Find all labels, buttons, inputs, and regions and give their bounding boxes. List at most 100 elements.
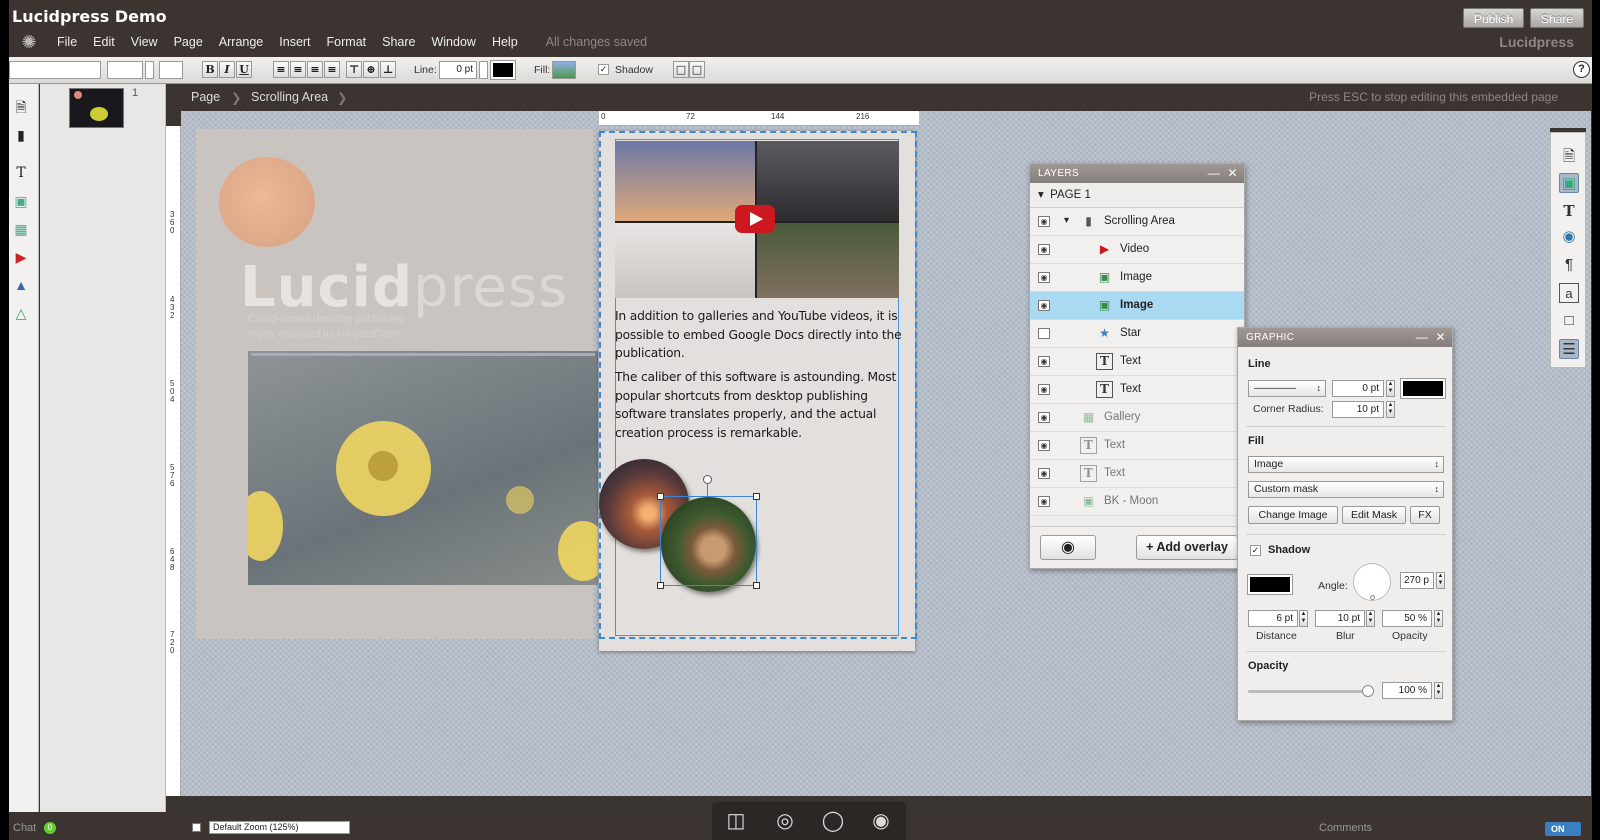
visibility-eye-icon[interactable] bbox=[1038, 328, 1050, 339]
visibility-eye-icon[interactable]: ◉ bbox=[1038, 440, 1050, 451]
shadow-opacity-stepper[interactable]: ▲ ▼ bbox=[1434, 610, 1443, 627]
line-color-swatch[interactable] bbox=[1400, 378, 1446, 399]
corner-radius-stepper[interactable]: ▲ ▼ bbox=[1386, 401, 1395, 418]
italic-button[interactable]: I bbox=[219, 61, 235, 78]
minimize-icon[interactable]: ― bbox=[1416, 330, 1428, 344]
help-icon[interactable]: ? bbox=[1573, 61, 1590, 78]
character-icon[interactable]: a bbox=[1559, 283, 1579, 303]
mask-type-select[interactable]: Custom mask bbox=[1248, 481, 1444, 498]
preview-mode-icon[interactable]: ◉ bbox=[866, 808, 896, 834]
menu-insert[interactable]: Insert bbox=[271, 35, 318, 49]
bold-button[interactable]: B bbox=[202, 61, 218, 78]
menu-edit[interactable]: Edit bbox=[85, 35, 123, 49]
layer-row[interactable]: ◉ T Text bbox=[1030, 348, 1244, 376]
body-paragraph[interactable]: In addition to galleries and YouTube vid… bbox=[615, 307, 905, 363]
collapse-arrow-icon[interactable]: ▾ bbox=[1064, 215, 1069, 226]
line-width-stepper[interactable]: ▲ ▼ bbox=[1386, 380, 1395, 397]
layer-row[interactable]: ◉ T Text bbox=[1030, 432, 1244, 460]
opacity-stepper[interactable]: ▲ ▼ bbox=[1434, 682, 1443, 699]
angle-stepper[interactable]: ▲ ▼ bbox=[1436, 572, 1445, 589]
menu-file[interactable]: File bbox=[49, 35, 85, 49]
font-size-stepper[interactable] bbox=[145, 61, 154, 79]
font-family-select[interactable] bbox=[9, 61, 101, 79]
youtube-tool-icon[interactable]: ▶ bbox=[12, 248, 30, 266]
google-drive-icon[interactable]: △ bbox=[12, 304, 30, 322]
resize-handle-nw[interactable] bbox=[657, 493, 664, 500]
layers-page-group[interactable]: ▾ PAGE 1 bbox=[1030, 183, 1244, 208]
visibility-eye-icon[interactable]: ◉ bbox=[1038, 244, 1050, 255]
comment-mode-icon[interactable]: ◯ bbox=[818, 808, 848, 834]
align-right-icon[interactable]: ≡ bbox=[307, 61, 323, 78]
menu-window[interactable]: Window bbox=[423, 35, 483, 49]
gallery-tool-icon[interactable]: ▦ bbox=[12, 220, 30, 238]
menu-arrange[interactable]: Arrange bbox=[211, 35, 271, 49]
visibility-eye-icon[interactable]: ◉ bbox=[1038, 412, 1050, 423]
menu-page[interactable]: Page bbox=[166, 35, 211, 49]
line-color-swatch[interactable] bbox=[490, 60, 516, 80]
publish-button[interactable]: Publish bbox=[1463, 8, 1525, 28]
valign-top-icon[interactable]: ⊤ bbox=[346, 61, 362, 78]
font-size-input[interactable] bbox=[107, 61, 143, 79]
visibility-eye-icon[interactable]: ◉ bbox=[1038, 216, 1050, 227]
align-left-icon[interactable]: ≡ bbox=[273, 61, 289, 78]
embedded-page[interactable]: In addition to galleries and YouTube vid… bbox=[599, 131, 917, 651]
crop-icon[interactable]: □ bbox=[1559, 311, 1579, 331]
layout-mode-icon[interactable]: ◫ bbox=[721, 808, 751, 834]
menu-help[interactable]: Help bbox=[484, 35, 526, 49]
breadcrumb-page[interactable]: Page bbox=[191, 90, 220, 104]
layer-row[interactable]: ◉ T Text bbox=[1030, 376, 1244, 404]
rotation-handle[interactable] bbox=[703, 475, 712, 484]
line-width-input[interactable]: 0 pt bbox=[439, 61, 477, 79]
text-properties-icon[interactable]: T bbox=[1559, 201, 1579, 221]
resize-handle-se[interactable] bbox=[753, 582, 760, 589]
visibility-eye-icon[interactable]: ◉ bbox=[1038, 272, 1050, 283]
text-tool-icon[interactable]: T bbox=[12, 164, 30, 182]
chat-label[interactable]: Chat bbox=[13, 822, 36, 834]
layer-row[interactable]: ◉ ▦ Gallery bbox=[1030, 404, 1244, 432]
lock-icon[interactable]: □ bbox=[673, 61, 689, 78]
zoom-fit-checkbox[interactable] bbox=[192, 823, 201, 832]
shadow-checkbox[interactable]: ✓ bbox=[1250, 545, 1261, 556]
shapes-tool-icon[interactable]: ▲ bbox=[12, 276, 30, 294]
visibility-eye-icon[interactable]: ◉ bbox=[1038, 468, 1050, 479]
layers-panel-header[interactable]: LAYERS ― ✕ bbox=[1030, 164, 1244, 183]
graphic-panel-header[interactable]: GRAPHIC ― ✕ bbox=[1238, 328, 1452, 347]
image-properties-icon[interactable]: ◉ bbox=[1559, 227, 1579, 247]
image-tool-icon[interactable]: ▣ bbox=[12, 192, 30, 210]
youtube-play-icon[interactable] bbox=[735, 205, 775, 233]
document-title[interactable]: Lucidpress Demo bbox=[12, 7, 167, 26]
shadow-distance-stepper[interactable]: ▲ ▼ bbox=[1299, 610, 1308, 627]
visibility-eye-icon[interactable]: ◉ bbox=[1038, 356, 1050, 367]
unlock-icon[interactable]: □ bbox=[689, 61, 705, 78]
layer-row[interactable]: ◉ ▣ Image bbox=[1030, 292, 1244, 320]
angle-field[interactable]: 270 p bbox=[1400, 572, 1434, 589]
close-icon[interactable]: ✕ bbox=[1228, 166, 1238, 180]
align-center-icon[interactable]: ≡ bbox=[290, 61, 306, 78]
body-paragraph[interactable]: The caliber of this software is astoundi… bbox=[615, 368, 905, 442]
close-icon[interactable]: ✕ bbox=[1436, 330, 1446, 344]
angle-dial[interactable] bbox=[1353, 563, 1391, 601]
edit-mask-button[interactable]: Edit Mask bbox=[1342, 506, 1406, 524]
page-icon[interactable]: ▮ bbox=[12, 126, 30, 144]
layers-icon[interactable]: ☰ bbox=[1559, 339, 1579, 359]
paragraph-icon[interactable]: ¶ bbox=[1559, 255, 1579, 275]
layer-row[interactable]: ◉ ▾ ▮ Scrolling Area bbox=[1030, 208, 1244, 236]
layer-row[interactable]: ◉ T Text bbox=[1030, 460, 1244, 488]
preview-eye-button[interactable]: ◉ bbox=[1040, 535, 1096, 560]
menu-format[interactable]: Format bbox=[319, 35, 375, 49]
corner-radius-field[interactable]: 10 pt bbox=[1332, 401, 1384, 418]
layer-row[interactable]: ◉ ▶ Video bbox=[1030, 236, 1244, 264]
layer-row[interactable]: ◉ ▣ BK - Moon bbox=[1030, 488, 1244, 516]
app-menu-icon[interactable]: ✺ bbox=[9, 32, 49, 53]
line-style-select[interactable]: ———— bbox=[1248, 380, 1326, 397]
visibility-eye-icon[interactable]: ◉ bbox=[1038, 384, 1050, 395]
fill-type-select[interactable]: Image bbox=[1248, 456, 1444, 473]
youtube-video[interactable] bbox=[615, 141, 899, 298]
graphic-properties-icon[interactable]: ▣ bbox=[1559, 173, 1579, 193]
valign-middle-icon[interactable]: ⊕ bbox=[363, 61, 379, 78]
add-overlay-button[interactable]: + Add overlay bbox=[1136, 535, 1238, 560]
opacity-slider-track[interactable] bbox=[1248, 685, 1374, 697]
line-width-field[interactable]: 0 pt bbox=[1332, 380, 1384, 397]
angle-dial-knob[interactable] bbox=[1370, 595, 1375, 600]
share-button[interactable]: Share bbox=[1530, 8, 1585, 28]
